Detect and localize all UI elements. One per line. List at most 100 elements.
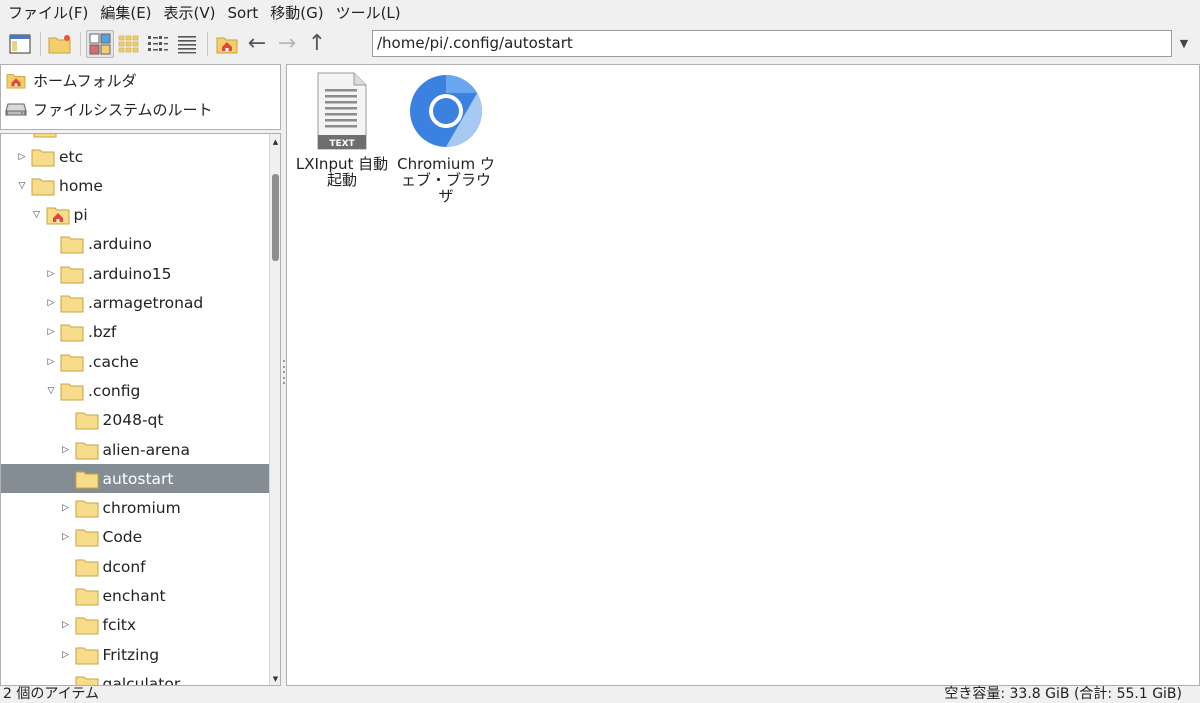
folder-icon	[60, 383, 84, 401]
scrollbar-thumb[interactable]	[272, 174, 279, 261]
menu-file[interactable]: ファイル(F)	[2, 0, 94, 26]
tree-row-alien-arena[interactable]: ▷ alien-arena	[1, 435, 269, 464]
back-button[interactable]: ←	[242, 30, 272, 58]
dropdown-triangle-icon: ▼	[1179, 36, 1189, 50]
tree-item-label: enchant	[102, 587, 166, 605]
collapse-arrow-icon[interactable]: ▽	[30, 208, 44, 222]
tree-row-etc[interactable]: ▷ etc	[1, 142, 269, 171]
new-window-button[interactable]	[6, 30, 34, 58]
folder-icon	[75, 559, 98, 577]
tree-item-label: alien-arena	[102, 440, 190, 459]
tree-row-code[interactable]: ▷ Code	[1, 523, 269, 552]
forward-button[interactable]: →	[272, 30, 302, 58]
path-input[interactable]: /home/pi/.config/autostart	[372, 30, 1172, 57]
tree-item-label: .arduino	[88, 235, 152, 254]
tree-row-chromium[interactable]: ▷ chromium	[1, 494, 269, 523]
arrow-left-icon: ←	[247, 31, 267, 56]
file-item-lxinput[interactable]: TEXT LXInput 自動起動	[287, 71, 397, 188]
tree-row-2048-qt[interactable]: 2048-qt	[1, 406, 269, 435]
tree-row-arduino[interactable]: .arduino	[1, 230, 269, 259]
compact-view-icon	[148, 35, 168, 51]
new-folder-icon	[48, 34, 71, 53]
places-pane: ホームフォルダ ファイルシステムのルート	[0, 64, 281, 130]
home-folder-icon	[216, 37, 238, 53]
expand-arrow-icon[interactable]: ▷	[44, 325, 58, 339]
tree-row-enchant[interactable]: enchant	[1, 582, 269, 611]
menu-view[interactable]: 表示(V)	[158, 0, 222, 26]
menu-bar: ファイル(F) 編集(E) 表示(V) Sort 移動(G) ツール(L)	[0, 0, 1200, 26]
menu-edit[interactable]: 編集(E)	[94, 0, 157, 26]
menu-go[interactable]: 移動(G)	[264, 0, 329, 26]
tree-row-arduino15[interactable]: ▷ .arduino15	[1, 259, 269, 288]
tree-row-fritzing[interactable]: ▷ Fritzing	[1, 640, 269, 669]
compact-view-button[interactable]	[144, 30, 172, 58]
tree-scrollbar[interactable]: ▲ ▼	[269, 134, 280, 685]
folder-icon	[60, 324, 84, 342]
expand-arrow-icon[interactable]: ▷	[15, 150, 29, 164]
tree-item-label: Fritzing	[102, 645, 160, 664]
arrow-up-icon: ↑	[307, 31, 327, 56]
home-folder-icon	[46, 207, 69, 225]
tree-row-config[interactable]: ▽ .config	[1, 376, 269, 405]
expand-arrow-icon[interactable]: ▷	[59, 501, 73, 515]
expand-arrow-icon[interactable]: ▷	[59, 648, 73, 662]
new-folder-button[interactable]	[46, 30, 74, 58]
folder-icon	[60, 266, 84, 284]
tree-row-dconf[interactable]: dconf	[1, 552, 269, 581]
expand-arrow-icon[interactable]: ▷	[59, 530, 73, 544]
detail-view-button[interactable]	[173, 30, 201, 58]
place-filesystem-root[interactable]: ファイルシステムのルート	[5, 96, 213, 122]
tree-row-armagetronad[interactable]: ▷ .armagetronad	[1, 289, 269, 318]
thumbnail-view-button[interactable]	[115, 30, 143, 58]
collapse-arrow-icon[interactable]: ▽	[15, 179, 29, 193]
folder-icon	[60, 354, 84, 372]
file-view: TEXT LXInput 自動起動 Chromium ウェブ・ブラウザ	[286, 64, 1200, 686]
directory-tree: ▷ etc ▽ home ▽ pi .arduino ▷ .arduino15 ▷ .armaget…	[0, 133, 281, 686]
tree-row-cache[interactable]: ▷ .cache	[1, 347, 269, 376]
collapse-arrow-icon[interactable]: ▽	[44, 384, 58, 398]
tree-item-label: .arduino15	[88, 264, 172, 283]
toolbar-separator	[80, 31, 81, 56]
expand-arrow-icon[interactable]: ▷	[44, 355, 58, 369]
scroll-down-icon[interactable]: ▼	[270, 673, 280, 685]
arrow-right-icon: →	[277, 31, 297, 56]
tree-item-label: dconf	[102, 557, 146, 576]
detail-view-icon	[178, 35, 196, 53]
tree-row-fcitx[interactable]: ▷ fcitx	[1, 611, 269, 640]
menu-tools[interactable]: ツール(L)	[330, 0, 407, 26]
chromium-icon	[410, 74, 483, 147]
folder-icon	[75, 676, 98, 685]
text-file-icon: TEXT	[317, 72, 367, 150]
expand-arrow-icon[interactable]: ▷	[59, 618, 73, 632]
new-window-icon	[9, 33, 31, 54]
tree-item-label: chromium	[102, 499, 181, 518]
scroll-up-icon[interactable]: ▲	[270, 136, 280, 148]
expand-arrow-icon[interactable]: ▷	[44, 267, 58, 281]
expand-arrow-icon[interactable]: ▷	[44, 296, 58, 310]
file-item-chromium[interactable]: Chromium ウェブ・ブラウザ	[391, 71, 501, 204]
tree-item-label: galculator	[102, 674, 181, 686]
icon-view-button[interactable]	[86, 29, 114, 58]
tree-row-galculator[interactable]: galculator	[1, 669, 269, 686]
toolbar: ← → ↑ /home/pi/.config/autostart ▼	[0, 27, 1200, 60]
tree-item-label: fcitx	[102, 616, 137, 635]
tree-item-label: .armagetronad	[88, 294, 204, 312]
path-history-dropdown[interactable]: ▼	[1176, 33, 1192, 53]
home-button[interactable]	[213, 30, 241, 58]
tree-row-autostart[interactable]: autostart	[1, 464, 269, 494]
tree-item-label: 2048-qt	[102, 411, 164, 430]
up-button[interactable]: ↑	[302, 30, 332, 58]
file-name: Chromium ウェブ・ブラウザ	[397, 155, 495, 205]
tree-item-label: .cache	[88, 352, 139, 371]
menu-sort[interactable]: Sort	[222, 0, 265, 26]
tree-row-bzf[interactable]: ▷ .bzf	[1, 318, 269, 347]
toolbar-separator	[40, 31, 41, 56]
tree-row-home[interactable]: ▽ home	[1, 171, 269, 200]
expand-arrow-icon[interactable]: ▷	[59, 443, 73, 457]
place-home[interactable]: ホームフォルダ	[5, 67, 137, 93]
tree-row-pi[interactable]: ▽ pi	[1, 201, 269, 230]
